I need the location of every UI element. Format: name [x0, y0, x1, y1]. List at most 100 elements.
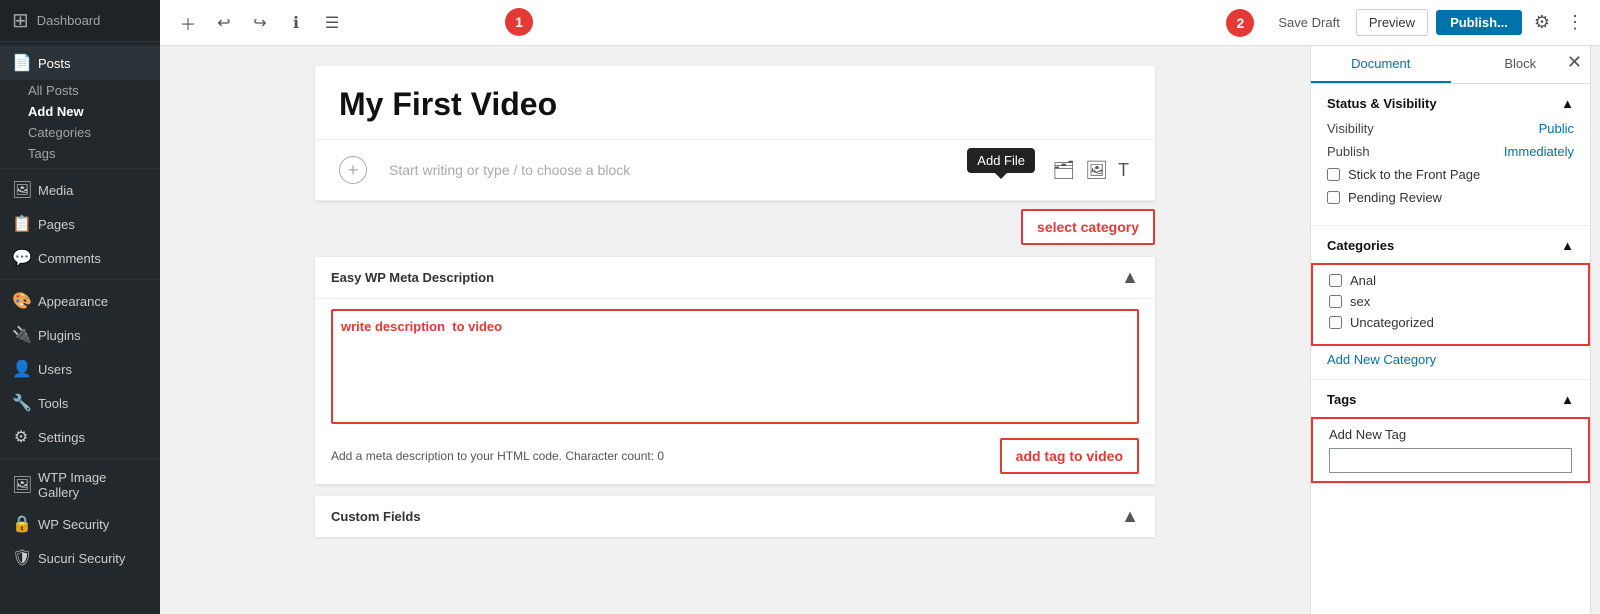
wtp-icon: 🖼	[12, 475, 30, 495]
content-area: + Start writing or type / to choose a bl…	[160, 46, 1600, 614]
custom-fields-title: Custom Fields	[331, 509, 421, 524]
add-block-inline-button[interactable]: +	[339, 156, 367, 184]
categories-list: Anal sex Uncategorized	[1311, 263, 1590, 346]
plugins-icon: 🔌	[12, 325, 30, 345]
panel-tabs: Document Block ✕	[1311, 46, 1590, 84]
sidebar-sucuri-label: Sucuri Security	[38, 551, 125, 566]
editor-title-area	[315, 66, 1155, 140]
category-item-anal: Anal	[1329, 273, 1572, 288]
comments-icon: 💬	[12, 248, 30, 268]
posts-icon: 📄	[12, 53, 30, 73]
post-title-input[interactable]	[339, 86, 1131, 123]
sidebar-divider-3	[0, 458, 160, 459]
category-item-sex: sex	[1329, 294, 1572, 309]
sidebar-nav: 📄 Posts All Posts Add New Categories Tag…	[0, 42, 160, 579]
sidebar-tools-label: Tools	[38, 396, 68, 411]
sidebar-item-comments[interactable]: 💬 Comments	[0, 241, 160, 275]
category-item-uncategorized: Uncategorized	[1329, 315, 1572, 330]
undo-button[interactable]: ↩	[208, 7, 240, 39]
panel-close-button[interactable]: ✕	[1567, 52, 1582, 73]
publish-button[interactable]: Publish...	[1436, 10, 1522, 35]
meta-description-title: Easy WP Meta Description	[331, 270, 494, 285]
status-visibility-header: Status & Visibility ▲	[1327, 96, 1574, 111]
wp-security-icon: 🔒	[12, 514, 30, 534]
sidebar-item-tools[interactable]: 🔧 Tools	[0, 386, 160, 420]
block-tool-text[interactable]: T	[1116, 158, 1131, 183]
category-uncategorized-checkbox[interactable]	[1329, 316, 1342, 329]
sidebar-item-appearance[interactable]: 🎨 Appearance	[0, 284, 160, 318]
sidebar-item-pages[interactable]: 📋 Pages	[0, 207, 160, 241]
category-uncategorized-label: Uncategorized	[1350, 315, 1434, 330]
sidebar-logo[interactable]: ⊞ Dashboard	[0, 0, 160, 42]
settings-gear-button[interactable]: ⚙	[1530, 8, 1554, 37]
add-new-category-link[interactable]: Add New Category	[1327, 352, 1436, 367]
editor-panel: + Start writing or type / to choose a bl…	[160, 46, 1310, 614]
sidebar-settings-label: Settings	[38, 430, 85, 445]
sidebar-divider-2	[0, 279, 160, 280]
category-anal-label: Anal	[1350, 273, 1376, 288]
sidebar-item-media[interactable]: 🖼 Media	[0, 173, 160, 207]
meta-footer-text: Add a meta description to your HTML code…	[331, 449, 664, 463]
users-icon: 👤	[12, 359, 30, 379]
add-file-tooltip: Add File	[967, 148, 1035, 173]
sidebar-item-posts[interactable]: 📄 Posts	[0, 46, 160, 80]
visibility-row: Visibility Public	[1327, 121, 1574, 136]
categories-collapse[interactable]: ▲	[1561, 238, 1574, 253]
sidebar-media-label: Media	[38, 183, 73, 198]
custom-fields-header: Custom Fields ▲	[315, 496, 1155, 537]
status-visibility-section: Status & Visibility ▲ Visibility Public …	[1311, 84, 1590, 226]
sidebar-item-all-posts[interactable]: All Posts	[0, 80, 160, 101]
meta-description-section: Easy WP Meta Description ▲ Add a meta de…	[315, 257, 1155, 484]
stick-front-page-checkbox[interactable]	[1327, 168, 1340, 181]
sidebar-item-wtp-gallery[interactable]: 🖼 WTP Image Gallery	[0, 463, 160, 507]
right-panel: Document Block ✕ Status & Visibility ▲ V…	[1310, 46, 1590, 614]
editor-placeholder: + Start writing or type / to choose a bl…	[339, 156, 630, 184]
pending-review-label: Pending Review	[1348, 190, 1442, 205]
sidebar-wp-security-label: WP Security	[38, 517, 109, 532]
sidebar-appearance-label: Appearance	[38, 294, 108, 309]
publish-value[interactable]: Immediately	[1504, 144, 1574, 159]
sidebar-item-settings[interactable]: ⚙ Settings	[0, 420, 160, 454]
stick-front-page-label: Stick to the Front Page	[1348, 167, 1480, 182]
custom-fields-collapse-icon[interactable]: ▲	[1121, 506, 1139, 527]
sidebar-plugins-label: Plugins	[38, 328, 81, 343]
sidebar-item-categories[interactable]: Categories	[0, 122, 160, 143]
editor-body-area: + Start writing or type / to choose a bl…	[315, 140, 1155, 201]
category-anal-checkbox[interactable]	[1329, 274, 1342, 287]
sidebar-item-add-new[interactable]: Add New	[0, 101, 160, 122]
tag-input[interactable]	[1329, 448, 1572, 473]
annotation-badge-2: 2	[1226, 9, 1254, 37]
sidebar-item-sucuri[interactable]: 🛡 Sucuri Security	[0, 541, 160, 575]
add-new-tag-label: Add New Tag	[1329, 427, 1572, 442]
preview-button[interactable]: Preview	[1356, 9, 1428, 36]
sidebar-item-users[interactable]: 👤 Users	[0, 352, 160, 386]
tags-content: Add New Tag	[1311, 417, 1590, 483]
main-area: ＋ ↩ ↪ ℹ ☰ 1 2 Save Draft Preview Publish…	[160, 0, 1600, 614]
visibility-value[interactable]: Public	[1539, 121, 1574, 136]
meta-description-collapse-icon[interactable]: ▲	[1121, 267, 1139, 288]
redo-button[interactable]: ↪	[244, 7, 276, 39]
custom-fields-section: Custom Fields ▲	[315, 496, 1155, 537]
add-block-button[interactable]: ＋	[172, 7, 204, 39]
block-tools: 🗂 🖼 T	[1050, 158, 1131, 183]
pending-review-checkbox[interactable]	[1327, 191, 1340, 204]
save-draft-button[interactable]: Save Draft	[1270, 11, 1347, 34]
add-tag-annotation: add tag to video	[1000, 438, 1139, 474]
info-button[interactable]: ℹ	[280, 7, 312, 39]
list-view-button[interactable]: ☰	[316, 7, 348, 39]
tags-collapse[interactable]: ▲	[1561, 392, 1574, 407]
sidebar-item-tags[interactable]: Tags	[0, 143, 160, 164]
scroll-bar[interactable]	[1590, 46, 1600, 614]
sidebar-item-wp-security[interactable]: 🔒 WP Security	[0, 507, 160, 541]
more-options-button[interactable]: ⋮	[1562, 8, 1588, 37]
status-visibility-title: Status & Visibility	[1327, 96, 1437, 111]
tab-document[interactable]: Document	[1311, 46, 1451, 83]
category-sex-checkbox[interactable]	[1329, 295, 1342, 308]
sidebar-item-plugins[interactable]: 🔌 Plugins	[0, 318, 160, 352]
meta-description-header: Easy WP Meta Description ▲	[315, 257, 1155, 299]
block-tool-image[interactable]: 🖼	[1083, 158, 1110, 183]
status-visibility-collapse[interactable]: ▲	[1561, 96, 1574, 111]
block-tool-folder[interactable]: 🗂	[1050, 158, 1077, 183]
meta-description-input[interactable]	[337, 315, 1133, 415]
sidebar-wtp-label: WTP Image Gallery	[38, 470, 148, 500]
